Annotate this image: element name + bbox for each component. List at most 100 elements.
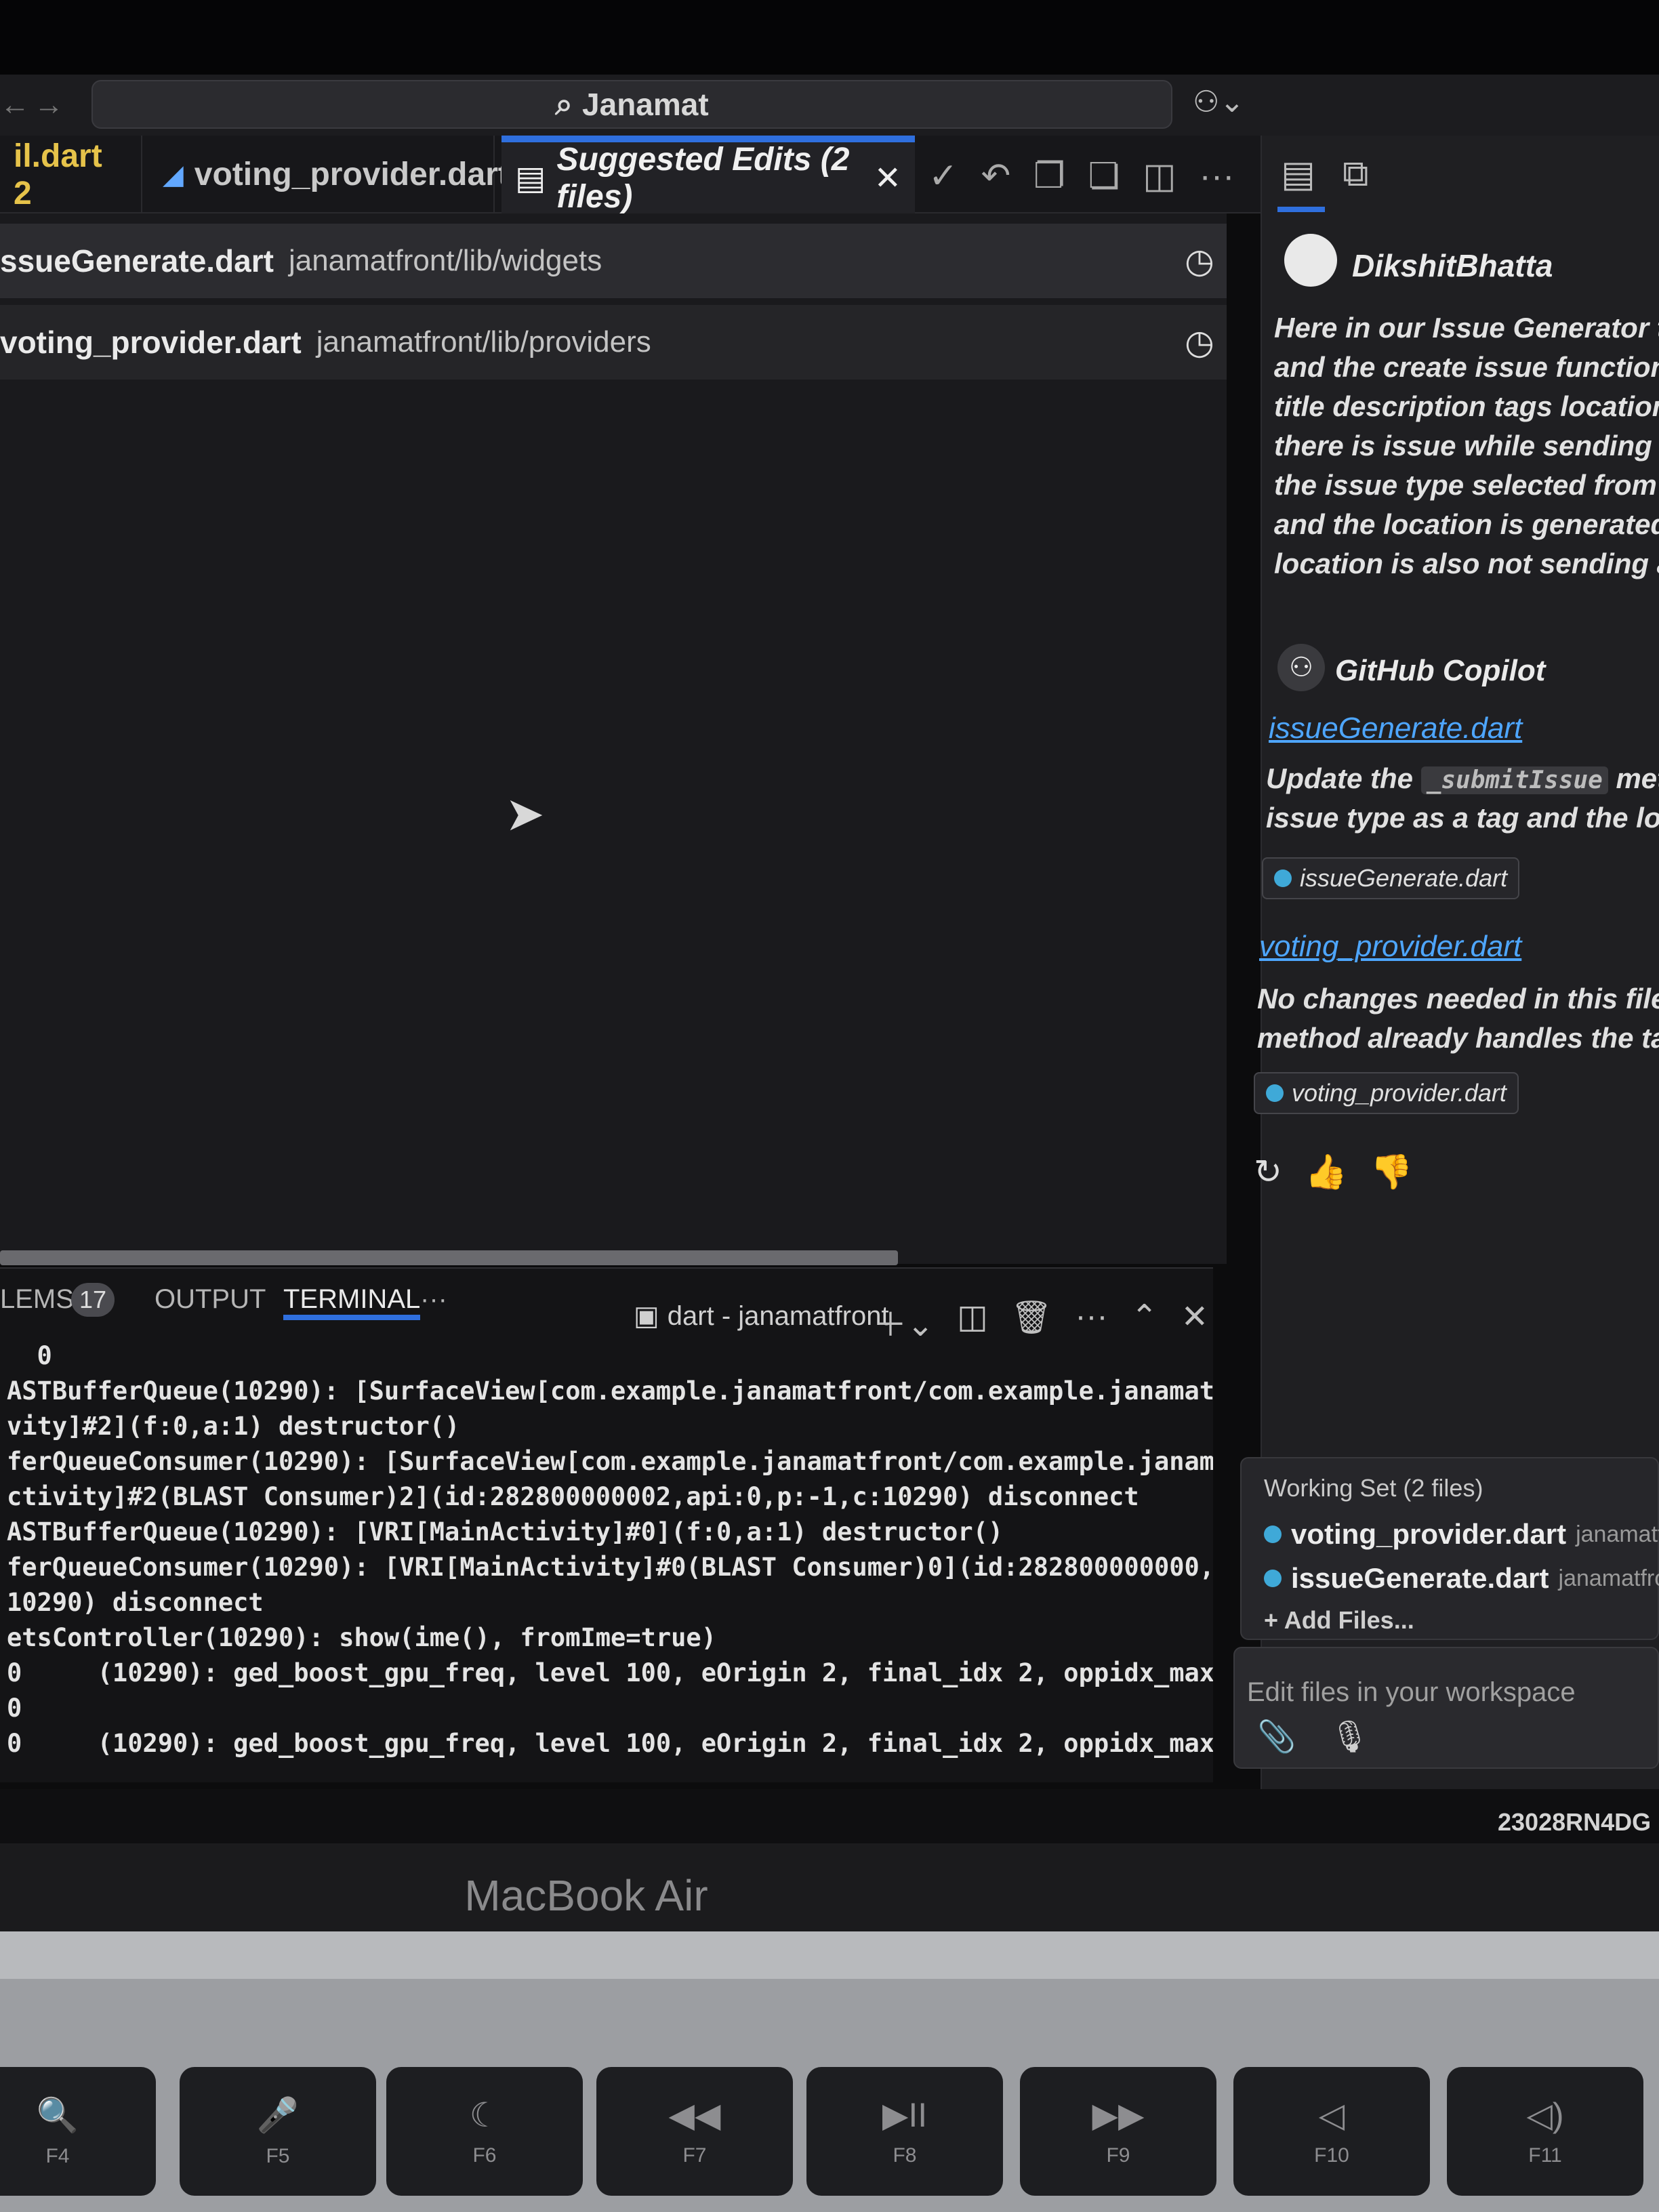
key-label: F11	[1528, 2144, 1562, 2167]
working-set-file: voting_provider.dart	[1291, 1518, 1567, 1550]
dart-file-icon	[1266, 1084, 1284, 1102]
key-symbol: ☾	[469, 2096, 500, 2134]
tab-problems[interactable]: LEMS	[0, 1284, 74, 1315]
tab-main-dart[interactable]: il.dart 2	[0, 136, 142, 213]
screen-bezel-top	[0, 0, 1659, 75]
file-chip[interactable]: voting_provider.dart	[1254, 1072, 1519, 1114]
copilot-avatar-icon: ⚇	[1277, 644, 1325, 691]
key-label: F8	[893, 2144, 917, 2167]
add-files-button[interactable]: + Add Files...	[1264, 1606, 1414, 1635]
retry-icon[interactable]: ↻	[1254, 1152, 1282, 1192]
history-icon[interactable]: ◷	[1172, 234, 1227, 288]
working-set-item[interactable]: issueGenerate.dart janamatfron	[1264, 1562, 1659, 1595]
dart-file-icon: ◢	[163, 159, 184, 190]
discard-icon[interactable]: ↶	[981, 156, 1011, 197]
file-name: voting_provider.dart	[0, 325, 302, 360]
suggested-edit-file-row[interactable]: ssueGenerate.dart janamatfront/lib/widge…	[0, 224, 1227, 298]
assistant-name: GitHub Copilot	[1335, 654, 1546, 687]
chat-input-actions: 📎 🎙	[1257, 1718, 1370, 1755]
terminal-output[interactable]: 0 ASTBufferQueue(10290): [SurfaceView[co…	[0, 1338, 1213, 1759]
function-key[interactable]: ▶II F8	[806, 2067, 1003, 2196]
search-icon: ⌕	[555, 86, 573, 121]
dart-file-icon	[1274, 869, 1292, 887]
mouse-pointer-icon: ➤	[505, 787, 545, 840]
inline-code: _submitIssue	[1420, 766, 1608, 794]
file-link-issue-generate[interactable]: issueGenerate.dart	[1269, 712, 1522, 745]
key-label: F6	[472, 2144, 497, 2167]
forward-arrow-icon[interactable]: →	[34, 88, 64, 122]
active-tab-indicator	[1277, 207, 1325, 212]
function-key[interactable]: ▶▶ F9	[1020, 2067, 1216, 2196]
key-symbol: ▶II	[882, 2096, 928, 2134]
function-key[interactable]: 🎤 F5	[180, 2067, 376, 2196]
diff-icon: ▤	[515, 160, 546, 197]
function-key[interactable]: ☾ F6	[386, 2067, 583, 2196]
history-icon[interactable]: ◷	[1172, 315, 1227, 369]
function-key[interactable]: ◁ F10	[1233, 2067, 1430, 2196]
horizontal-scrollbar[interactable]	[0, 1250, 898, 1265]
key-symbol: ◁	[1318, 2096, 1345, 2134]
chip-label: voting_provider.dart	[1292, 1079, 1507, 1107]
working-set-path: janamatfr	[1576, 1521, 1659, 1547]
tab-voting-provider[interactable]: ◢ voting_provider.dart	[149, 136, 509, 213]
working-set-item[interactable]: voting_provider.dart janamatfr	[1264, 1518, 1659, 1551]
search-label: Janamat	[582, 87, 709, 122]
status-device[interactable]: 23028RN4DG	[1498, 1808, 1651, 1837]
accept-all-icon[interactable]: ✓	[928, 156, 958, 197]
edits-tab-icon[interactable]: ⧉	[1343, 152, 1369, 195]
copy-icon[interactable]: ❐	[1033, 156, 1065, 197]
terminal-icon: ▣	[634, 1301, 659, 1331]
file-link-voting-provider[interactable]: voting_provider.dart	[1259, 930, 1521, 964]
key-label: F5	[266, 2144, 290, 2167]
open-changes-icon[interactable]: ❏	[1088, 156, 1120, 197]
function-key[interactable]: ◁) F11	[1447, 2067, 1643, 2196]
close-icon[interactable]: ✕	[874, 159, 901, 197]
key-label: F10	[1314, 2144, 1349, 2167]
tab-terminal[interactable]: TERMINAL	[283, 1284, 421, 1320]
thumbs-down-icon[interactable]: 👎	[1370, 1152, 1412, 1192]
split-editor-icon[interactable]: ◫	[1143, 156, 1176, 197]
microphone-icon[interactable]: 🎙	[1330, 1718, 1369, 1755]
suggested-edit-file-row[interactable]: voting_provider.dart janamatfront/lib/pr…	[0, 305, 1227, 380]
panel-more-tabs[interactable]: ···	[420, 1284, 447, 1315]
user-avatar	[1284, 234, 1337, 287]
terminal-selector[interactable]: ▣ dart - janamatfront	[634, 1296, 889, 1336]
tab-output[interactable]: OUTPUT	[155, 1284, 266, 1315]
status-bar	[0, 1789, 1659, 1843]
working-set-title: Working Set (2 files)	[1264, 1474, 1483, 1502]
function-key[interactable]: ◀◀ F7	[596, 2067, 793, 2196]
dart-file-icon	[1264, 1570, 1282, 1587]
file-chip[interactable]: issueGenerate.dart	[1262, 857, 1520, 899]
laptop-hinge	[0, 1931, 1659, 1979]
problems-count-badge: 17	[71, 1283, 115, 1317]
tab-label: voting_provider.dart	[194, 157, 509, 192]
back-arrow-icon[interactable]: ←	[0, 88, 30, 122]
dart-file-icon	[1264, 1525, 1282, 1543]
more-actions-icon[interactable]: ···	[1200, 156, 1235, 197]
key-label: F9	[1106, 2144, 1130, 2167]
editor-actions: ✓ ↶ ❐ ❏ ◫ ···	[928, 152, 1235, 200]
key-symbol: 🔍	[36, 2095, 79, 2134]
tab-suggested-edits[interactable]: ▤ Suggested Edits (2 files) ✕	[501, 136, 915, 215]
chip-label: issueGenerate.dart	[1300, 864, 1508, 892]
command-center-search[interactable]: ⌕ Janamat	[91, 80, 1172, 129]
chat-tab-icon[interactable]: ▤	[1281, 152, 1315, 195]
user-message: Here in our Issue Generator th and the c…	[1274, 312, 1659, 579]
chat-input-placeholder: Edit files in your workspace	[1247, 1677, 1576, 1707]
working-set-file: issueGenerate.dart	[1291, 1562, 1549, 1594]
assistant-text-line: Update the _submitIssue meth	[1266, 759, 1659, 800]
attach-icon[interactable]: 📎	[1257, 1718, 1296, 1755]
user-name: DikshitBhatta	[1352, 248, 1553, 283]
function-key[interactable]: 🔍 F4	[0, 2067, 156, 2196]
response-feedback: ↻ 👍 👎	[1254, 1152, 1412, 1192]
terminal-name: dart - janamatfront	[667, 1300, 889, 1331]
laptop-model-label: MacBook Air	[464, 1871, 708, 1920]
file-name: ssueGenerate.dart	[0, 243, 274, 279]
key-label: F7	[682, 2144, 707, 2167]
tab-label: Suggested Edits (2 files)	[556, 141, 850, 215]
thumbs-up-icon[interactable]: 👍	[1305, 1152, 1347, 1192]
key-symbol: 🎤	[256, 2095, 300, 2134]
key-symbol: ◁)	[1526, 2096, 1564, 2134]
assistant-text: meth	[1616, 762, 1659, 794]
copilot-menu-icon[interactable]: ⚇⌄	[1193, 85, 1247, 125]
